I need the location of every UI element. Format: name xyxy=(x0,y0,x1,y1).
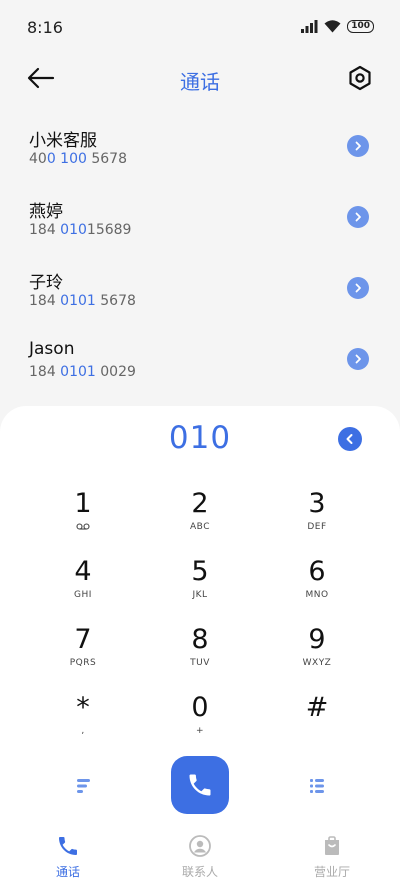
more-options-button[interactable] xyxy=(305,774,329,798)
chevron-right-icon[interactable] xyxy=(347,206,369,228)
key-7[interactable]: 7 PQRS xyxy=(33,624,133,684)
settings-hexagon-icon xyxy=(349,65,371,91)
key-6[interactable]: 6 MNO xyxy=(267,556,367,616)
contact-name: Jason xyxy=(29,339,75,359)
nav-label: 通话 xyxy=(55,865,80,879)
backspace-button[interactable] xyxy=(338,427,362,451)
key-star[interactable]: * , xyxy=(33,692,133,752)
key-5[interactable]: 5 JKL xyxy=(150,556,250,616)
contact-list: 小米客服 400 100 5678 燕婷 184 01015689 子玲 184… xyxy=(0,110,400,394)
battery-indicator: 100 xyxy=(347,20,374,33)
key-8[interactable]: 8 TUV xyxy=(150,624,250,684)
chevron-right-icon[interactable] xyxy=(347,277,369,299)
settings-button[interactable] xyxy=(348,65,372,91)
key-2[interactable]: 2 ABC xyxy=(150,488,250,548)
dialer-panel: 010 1 2 ABC 3 DEF 4 GHI 5 JKL 6 MNO 7 PQ… xyxy=(0,406,400,826)
call-button[interactable] xyxy=(171,756,229,814)
header: 通话 xyxy=(0,56,400,100)
key-4[interactable]: 4 GHI xyxy=(33,556,133,616)
list-dots-icon xyxy=(310,779,324,793)
key-9[interactable]: 9 WXYZ xyxy=(267,624,367,684)
contact-name: 小米客服 xyxy=(29,131,97,151)
phone-icon xyxy=(59,837,77,855)
key-1[interactable]: 1 xyxy=(33,488,133,548)
status-icons: 100 xyxy=(301,20,374,33)
contact-number: 184 0101 0029 xyxy=(29,364,136,380)
person-icon xyxy=(189,835,211,857)
page-title: 通话 xyxy=(180,70,220,94)
contact-item[interactable]: 小米客服 400 100 5678 xyxy=(0,110,400,181)
contact-item[interactable]: 子玲 184 0101 5678 xyxy=(0,252,400,323)
nav-item-calls[interactable]: 通话 xyxy=(18,834,118,880)
contact-number: 400 100 5678 xyxy=(29,151,128,167)
nav-item-service-hall[interactable]: 营业厅 xyxy=(282,834,382,880)
wifi-icon xyxy=(324,20,341,33)
contact-item[interactable]: 燕婷 184 01015689 xyxy=(0,181,400,252)
status-time: 8:16 xyxy=(27,18,63,37)
contact-item[interactable]: Jason 184 0101 0029 xyxy=(0,323,400,394)
key-3[interactable]: 3 DEF xyxy=(267,488,367,548)
nav-item-contacts[interactable]: 联系人 xyxy=(150,834,250,880)
contact-name: 子玲 xyxy=(29,273,63,293)
menu-button[interactable] xyxy=(71,774,95,798)
menu-lines-icon xyxy=(77,779,90,793)
call-row xyxy=(0,756,400,816)
chevron-right-icon[interactable] xyxy=(347,348,369,370)
bottom-navigation: 通话 联系人 营业厅 xyxy=(0,826,400,889)
voicemail-icon xyxy=(76,523,90,530)
contact-number: 184 0101 5678 xyxy=(29,293,136,309)
chevron-right-icon[interactable] xyxy=(347,135,369,157)
signal-icon xyxy=(301,20,318,33)
contact-number: 184 01015689 xyxy=(29,222,132,238)
contact-name: 燕婷 xyxy=(29,202,63,222)
bag-icon xyxy=(325,836,339,855)
chevron-left-icon xyxy=(346,434,353,444)
key-0[interactable]: 0 + xyxy=(150,692,250,752)
nav-label: 联系人 xyxy=(181,865,218,879)
status-bar: 8:16 100 xyxy=(0,0,400,56)
phone-icon xyxy=(189,774,211,796)
nav-label: 营业厅 xyxy=(313,865,350,879)
key-hash[interactable]: # xyxy=(267,692,367,752)
